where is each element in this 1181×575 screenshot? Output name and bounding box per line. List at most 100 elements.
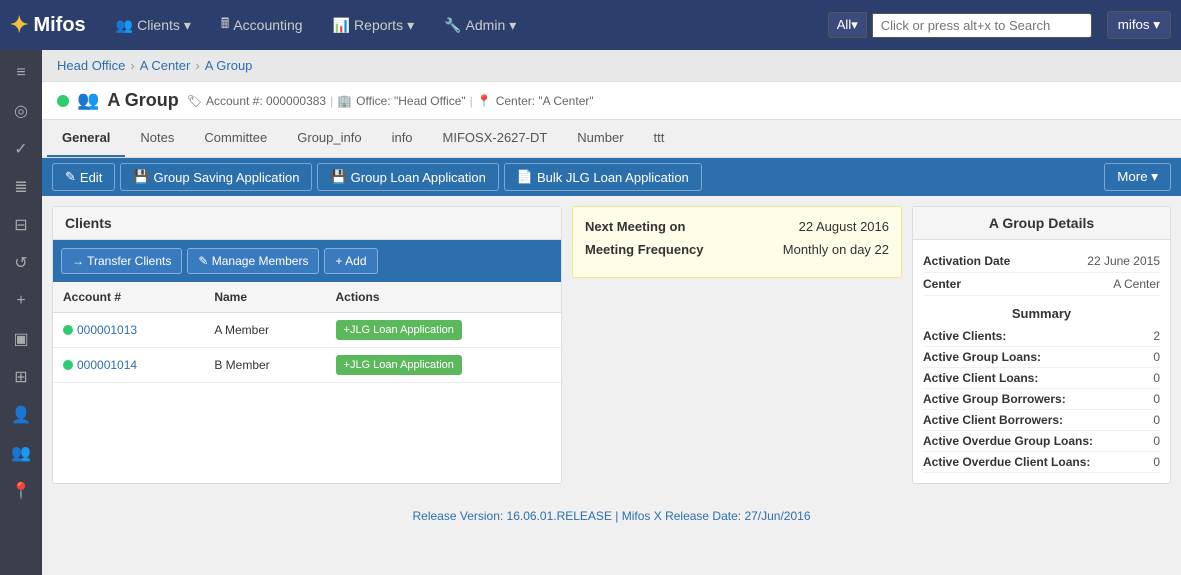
tab-number[interactable]: Number [562,120,638,157]
col-actions: Actions [326,282,561,313]
summary-value: 0 [1153,455,1160,469]
col-name: Name [204,282,325,313]
next-meeting-label: Next Meeting on [585,219,685,234]
table-row: 000001014 B Member +JLG Loan Application [53,348,561,383]
tabs-bar: General Notes Committee Group_info info … [42,120,1181,158]
details-body: Activation Date 22 June 2015 Center A Ce… [913,240,1170,483]
jlg-loan-button[interactable]: +JLG Loan Application [336,320,462,340]
action-cell: +JLG Loan Application [326,348,561,383]
row-status-dot [63,360,73,370]
meeting-freq-row: Meeting Frequency Monthly on day 22 [585,242,889,257]
group-title: A Group [107,90,178,111]
office-icon: 🏢 [337,94,352,108]
action-bar: ✎ Edit 💾 Group Saving Application 💾 Grou… [42,158,1181,196]
table-row: 000001013 A Member +JLG Loan Application [53,313,561,348]
summary-label: Active Client Borrowers: [923,413,1063,427]
tab-group-info[interactable]: Group_info [282,120,376,157]
tab-mifosx[interactable]: MIFOSX-2627-DT [428,120,563,157]
status-dot [57,95,69,107]
summary-value: 2 [1153,329,1160,343]
sidebar: ≡ ◎ ✓ ≣ ⊟ ↺ + ▣ ⊞ 👤 👥 📍 [0,50,42,575]
center-value: A Center [1113,277,1160,291]
search-container: All▾ [828,12,1092,38]
summary-value: 0 [1153,371,1160,385]
sidebar-icon-grid[interactable]: ⊞ [3,359,39,395]
loan-icon: 💾 [330,169,346,185]
add-button[interactable]: + Add [324,248,377,274]
tab-general[interactable]: General [47,120,125,157]
transfer-clients-button[interactable]: → Transfer Clients [61,248,182,274]
center-row: Center A Center [923,273,1160,296]
sidebar-icon-group[interactable]: 👥 [3,435,39,471]
details-title: A Group Details [913,207,1170,240]
nav-reports[interactable]: 📊 Reports▾ [323,12,425,39]
reports-icon: 📊 [333,17,350,34]
meeting-freq-label: Meeting Frequency [585,242,703,257]
account-cell: 000001013 [53,313,204,348]
group-loan-button[interactable]: 💾 Group Loan Application [317,163,498,191]
meeting-next-row: Next Meeting on 22 August 2016 [585,219,889,234]
clients-table: Account # Name Actions 000001013 A Membe… [53,282,561,383]
summary-value: 0 [1153,434,1160,448]
center-icon: 📍 [477,94,492,108]
breadcrumb-a-group[interactable]: A Group [205,58,253,73]
name-cell: A Member [204,313,325,348]
sidebar-icon-table[interactable]: ⊟ [3,207,39,243]
breadcrumb-sep-1: › [130,58,134,73]
breadcrumb-sep-2: › [195,58,199,73]
summary-value: 0 [1153,350,1160,364]
sidebar-icon-menu[interactable]: ≡ [3,55,39,91]
nav-admin[interactable]: 🔧 Admin▾ [434,12,526,39]
clients-panel: Clients → Transfer Clients ✎ Manage Memb… [52,206,562,484]
sidebar-icon-target[interactable]: ◎ [3,93,39,129]
account-link[interactable]: 000001013 [63,323,194,337]
search-all-button[interactable]: All▾ [828,12,867,38]
jlg-loan-button[interactable]: +JLG Loan Application [336,355,462,375]
summary-row: Active Clients: 2 [923,326,1160,347]
sidebar-icon-user[interactable]: 👤 [3,397,39,433]
summary-label: Active Overdue Group Loans: [923,434,1093,448]
main-content: Head Office › A Center › A Group 👥 A Gro… [42,50,1181,575]
summary-label: Active Group Loans: [923,350,1041,364]
bulk-icon: 📄 [517,169,533,185]
summary-row: Active Overdue Client Loans: 0 [923,452,1160,473]
bulk-jlg-button[interactable]: 📄 Bulk JLG Loan Application [504,163,702,191]
more-button[interactable]: More ▾ [1104,163,1171,191]
summary-row: Active Group Borrowers: 0 [923,389,1160,410]
breadcrumb-a-center[interactable]: A Center [140,58,191,73]
group-meta: 🏷 Account #: 000000383 | 🏢 Office: "Head… [187,94,594,108]
user-menu-button[interactable]: mifos ▾ [1107,11,1171,39]
summary-label: Active Client Loans: [923,371,1038,385]
nav-accounting[interactable]: 🖩 Accounting [211,8,313,42]
tab-committee[interactable]: Committee [189,120,282,157]
account-link[interactable]: 000001014 [63,358,194,372]
breadcrumb-head-office[interactable]: Head Office [57,58,125,73]
name-cell: B Member [204,348,325,383]
edit-icon: ✎ [65,169,76,185]
search-input[interactable] [872,13,1092,38]
summary-label: Active Clients: [923,329,1006,343]
logo-icon: ✦ [10,12,28,38]
meeting-freq-value: Monthly on day 22 [783,242,889,257]
summary-value: 0 [1153,392,1160,406]
accounting-icon: 🖩 [221,13,229,37]
summary-title: Summary [923,306,1160,321]
logo-text: Mifos [33,14,85,37]
breadcrumb: Head Office › A Center › A Group [42,50,1181,82]
tab-info[interactable]: info [377,120,428,157]
edit-button[interactable]: ✎ Edit [52,163,115,191]
sidebar-icon-check[interactable]: ✓ [3,131,39,167]
sidebar-icon-folder[interactable]: ▣ [3,321,39,357]
group-saving-button[interactable]: 💾 Group Saving Application [120,163,312,191]
clients-panel-title: Clients [53,207,561,240]
tab-notes[interactable]: Notes [125,120,189,157]
sidebar-icon-add[interactable]: + [3,283,39,319]
nav-clients[interactable]: 👥 Clients▾ [106,12,201,39]
summary-label: Active Overdue Client Loans: [923,455,1090,469]
tab-ttt[interactable]: ttt [639,120,680,157]
sidebar-icon-location[interactable]: 📍 [3,473,39,509]
manage-members-button[interactable]: ✎ Manage Members [187,248,319,274]
sidebar-icon-list[interactable]: ≣ [3,169,39,205]
sidebar-icon-refresh[interactable]: ↺ [3,245,39,281]
col-account: Account # [53,282,204,313]
